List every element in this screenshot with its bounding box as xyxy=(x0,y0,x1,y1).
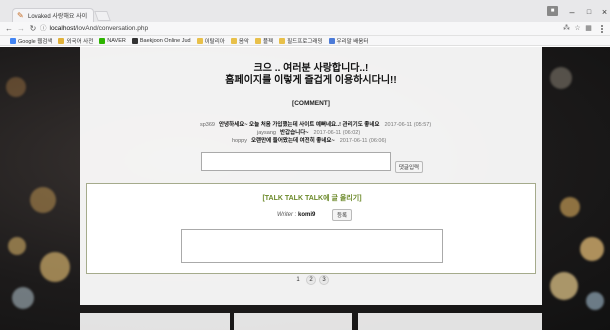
comment-input[interactable] xyxy=(201,152,391,171)
talk-write-box: [TALK TALK TALK에 글 올리기] Writer : komi9 등… xyxy=(86,183,536,274)
language-icon xyxy=(328,37,335,44)
headline-line-2: 홈페이지를 이렇게 즐겁게 이용하시다니!! xyxy=(225,75,397,86)
bookmark-italy[interactable]: 이탈리아 xyxy=(196,37,225,45)
bookmark-field-programming[interactable]: 필드프로그래밍 xyxy=(279,37,323,45)
writer-name: komi9 xyxy=(298,212,316,218)
bokeh-light xyxy=(8,237,26,255)
bookmark-korean-language[interactable]: 우리말 배움터 xyxy=(328,37,368,45)
headline-line-1: 크으 .. 여러분 사랑합니다..! xyxy=(253,63,369,74)
folder-icon xyxy=(230,37,237,44)
bookmark-naver[interactable]: NAVER xyxy=(99,37,126,44)
bokeh-light xyxy=(550,67,572,89)
folder-icon xyxy=(58,37,65,44)
bokeh-light xyxy=(580,237,604,261)
folder-icon xyxy=(279,37,286,44)
tab-bar: ✎ Lovaked 사랑해요 사이 × ■ – □ × xyxy=(0,0,610,22)
bokeh-light xyxy=(30,187,56,213)
page-1[interactable]: 1 xyxy=(293,275,303,285)
browser-tab[interactable]: ✎ Lovaked 사랑해요 사이 × xyxy=(12,8,94,22)
naver-icon xyxy=(99,37,106,44)
bokeh-light xyxy=(586,292,604,310)
url-field[interactable]: ⓘ localhost/lovAnd/conversation.php xyxy=(40,24,550,34)
bookmark-music[interactable]: 음악 xyxy=(230,37,249,45)
footer-panel xyxy=(234,313,352,330)
google-icon xyxy=(10,37,16,44)
address-bar: ← → ↻ ⓘ localhost/lovAnd/conversation.php… xyxy=(0,22,610,36)
folder-icon xyxy=(254,37,261,44)
writer-info: Writer : komi9 xyxy=(277,212,315,218)
close-icon[interactable]: × xyxy=(600,6,609,18)
bookmark-baekjoon[interactable]: Baekjoon Online Jud xyxy=(131,37,191,44)
bokeh-light xyxy=(560,197,580,217)
page-background: 크으 .. 여러분 사랑합니다..! 홈페이지를 이렇게 즐겁게 이용하시다니!… xyxy=(0,47,610,330)
tab-title: Lovaked 사랑해요 사이 × xyxy=(28,14,89,20)
page-title: 크으 .. 여러분 사랑합니다..! 홈페이지를 이렇게 즐겁게 이용하시다니!… xyxy=(80,63,542,87)
bookmark-google[interactable]: Google 웹검색 xyxy=(10,37,52,45)
comment-row: hoppy 오랜만에 들어왔는데 여전히 좋네요~ 2017-06-11 (06:0… xyxy=(80,136,542,144)
bokeh-light xyxy=(40,252,70,282)
comment-row: sp369 안녕하세요~ 오늘 처음 가입했는데 사이트 예뻐네요..! 관리기도… xyxy=(80,120,542,128)
talk-textarea[interactable] xyxy=(181,229,443,263)
folder-icon xyxy=(196,37,203,44)
comment-row: jaysang 반갑습니다~ 2017-06-11 (06:02) xyxy=(80,128,542,136)
user-profile-icon[interactable]: ■ xyxy=(547,6,558,16)
bokeh-light xyxy=(550,272,578,300)
bokeh-light xyxy=(12,287,34,309)
maximize-icon[interactable]: □ xyxy=(584,6,594,18)
info-icon[interactable]: ⓘ xyxy=(40,25,47,32)
page-3[interactable]: 3 xyxy=(319,275,329,285)
bookmark-dictionary[interactable]: 외국어 사전 xyxy=(58,37,93,45)
comment-date: 2017-06-11 (06:06) xyxy=(339,138,387,144)
bookmark-star-icon[interactable]: ☆ xyxy=(573,24,582,34)
baekjoon-icon xyxy=(131,37,138,44)
url-host: localhost xyxy=(49,25,76,32)
comment-message: 반갑습니다~ xyxy=(280,130,309,136)
comment-submit-button[interactable]: 댓글입력 xyxy=(395,161,423,173)
new-tab-button[interactable] xyxy=(94,11,111,21)
comment-user: hoppy xyxy=(232,138,247,144)
register-button[interactable]: 등록 xyxy=(332,209,352,221)
minimize-icon[interactable]: – xyxy=(567,6,577,18)
reload-icon[interactable]: ↻ xyxy=(28,24,38,34)
forward-icon[interactable]: → xyxy=(16,24,26,34)
comment-message: 오랜만에 들어왔는데 여전히 좋네요~ xyxy=(251,138,335,144)
page-2[interactable]: 2 xyxy=(306,275,316,285)
bookmarks-bar: Google 웹검색 외국어 사전 NAVER Baekjoon Online … xyxy=(0,36,610,46)
bokeh-light xyxy=(6,77,26,97)
footer-panel xyxy=(80,313,230,330)
talk-title: [TALK TALK TALK에 글 올리기] xyxy=(262,195,362,202)
menu-icon[interactable] xyxy=(598,25,606,34)
bookmark-project[interactable]: 플젝 xyxy=(254,37,273,45)
main-content-panel: 크으 .. 여러분 사랑합니다..! 홈페이지를 이렇게 즐겁게 이용하시다니!… xyxy=(80,47,542,305)
comment-header: [COMMENT] xyxy=(292,100,330,107)
favicon-icon: ✎ xyxy=(17,10,24,20)
extension-icon[interactable]: ▦ xyxy=(584,24,593,34)
pagination: 1 2 3 xyxy=(293,275,329,285)
url-path: /lovAnd/conversation.php xyxy=(75,25,149,32)
writer-label: Writer : xyxy=(277,212,297,218)
back-icon[interactable]: ← xyxy=(4,24,14,34)
translate-icon[interactable]: ⁂ xyxy=(562,24,571,34)
footer-panel xyxy=(358,313,542,330)
comment-message: 안녕하세요~ 오늘 처음 가입했는데 사이트 예뻐네요..! 관리기도 좋네요 xyxy=(219,122,380,128)
